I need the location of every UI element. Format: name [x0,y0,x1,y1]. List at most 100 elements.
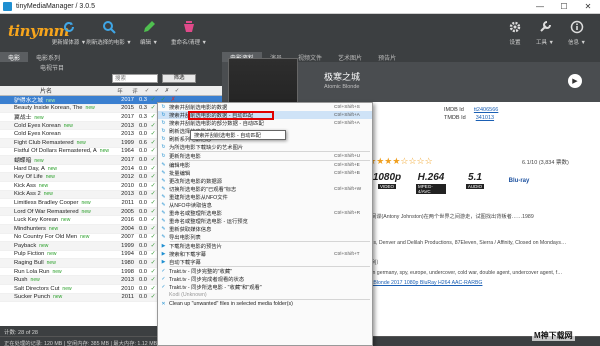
info-button[interactable]: 信息 ▼ [558,16,596,50]
movie-title-cell: Fistful Of Dollars Remastered, Anew [0,148,118,154]
rename-label: 重命名/清理 ▼ [170,40,207,46]
context-menu-item[interactable]: ✎ 批量编辑 Ctrl+Shift+B [158,169,372,177]
column-subtitles[interactable]: ✓ [172,88,182,94]
context-menu-item[interactable]: ✕ Clean up "unwanted" files in selected m… [158,300,372,308]
context-menu-item[interactable]: ▶ 自动下载字幕 [158,258,372,266]
menu-item-label: 为所选电影下载缺少的艺术图片 [169,145,244,151]
movie-rating-cell: 0.0 [138,131,147,138]
context-menu-item[interactable]: ✎ 编辑电影 Ctrl+Shift+E [158,161,372,169]
menu-item-icon: ✕ [161,301,166,307]
movie-title-text: Sucker Punch [14,294,51,301]
menu-item-shortcut: Ctrl+Shift+A [334,112,360,118]
context-menu-item[interactable]: ↻ 为所选电影下载缺少的艺术图片 [158,143,372,151]
search-row: 筛选 [0,72,222,86]
menu-item-icon: ✎ [161,218,166,224]
movie-rating-cell: 0.3 [138,113,147,120]
movie-rating-cell: 0.0 [138,285,147,292]
menu-item-icon: ▶ [161,259,166,265]
title-bar: tinyMediaManager / 3.0.5 — ☐ ✕ [0,0,600,14]
column-nfo[interactable]: ✓ [142,88,152,94]
movie-rating-cell: 0.0 [138,208,147,215]
movie-ids: IMDB Id tt2406566 TMDB Id 341013 [444,106,498,122]
tab-tv-shows[interactable]: 电视节目 [0,62,72,72]
search-input[interactable] [112,74,158,83]
new-badge: new [48,225,59,232]
movie-rating-cell: 0.0 [138,165,147,172]
column-title[interactable]: 片名 [0,86,112,95]
movie-title-cell: Cold Eyes Korean [0,131,118,137]
imdb-link[interactable]: tt2406566 [474,107,498,113]
menu-item-shortcut: Ctrl+Shift+U [334,153,361,159]
audio-value: 5.1 [468,172,482,183]
context-menu-item[interactable]: ✎ 重新获取媒体信息 [158,225,372,233]
movie-rating-cell: 0.0 [138,191,147,198]
context-menu-item[interactable]: ↻ 搜索并刮削选电影的数据 Ctrl+Shift+S [158,103,372,111]
gear-icon [506,18,524,36]
maximize-button[interactable]: ☐ [552,0,576,14]
new-badge: new [80,234,90,241]
movie-table-header: 片名 年 评 ✓ ✓ ✗ ✓ [0,86,222,96]
context-menu-item[interactable]: ✎ 重命名或整理所选电影 Ctrl+Shift+R [158,209,372,217]
context-menu-item[interactable]: ✓ Trakt.tv - 同步完成者观看的状态 [158,275,372,283]
menu-item-icon: ✎ [161,234,166,240]
movie-set: 极寒之城（系列） [340,258,595,268]
movie-title-cell: Pulp Fiction new [0,251,118,257]
play-icon[interactable]: ▶ [568,74,582,88]
context-menu-item[interactable]: ✎ 切换所选电影的"已观看"标志 Ctrl+Shift+W [158,185,372,193]
context-menu-item[interactable]: ✎ 重建所选电影从NFO文件 [158,193,372,201]
movie-rating-cell: 0.3 [138,105,147,112]
tmdb-link[interactable]: 341013 [476,115,494,121]
minimize-button[interactable]: — [528,0,552,14]
movie-title-cell: Beauty Inside Korean, The new [0,105,118,111]
column-rating[interactable]: 评 [128,87,142,95]
context-menu-item[interactable]: ✎ 更改所选电影的数据源 [158,177,372,185]
menu-item-icon: ✓ [161,268,166,274]
movie-title-cell: Run Lola Run new [0,269,118,275]
tab-trailer[interactable]: 预告片 [370,52,404,62]
menu-item-icon: ↻ [161,104,166,110]
codec-caption: MPEG-4/AVC [416,184,446,194]
column-images[interactable]: ✓ [152,88,162,94]
imdb-label: IMDB Id [444,107,464,113]
tab-artwork[interactable]: 艺术图片 [330,52,370,62]
resolution-caption: VIDEO [377,184,396,189]
column-year[interactable]: 年 [112,87,128,95]
movie-rating-cell: 0.0 [138,277,147,284]
media-flags: 1080p VIDEO H.264 MPEG-4/AVC 5.1 AUDIO Blu-… [372,172,534,198]
file-path-link[interactable]: E:\Film\AtomicBlonde 2017 1080p BluRay H… [340,278,595,288]
context-menu-item[interactable]: ✎ 从NFO中读取信息 [158,201,372,209]
menu-item-shortcut: Ctrl+Shift+B [334,170,360,176]
movie-rating-cell: 0.3 [138,96,147,103]
movie-title-text: Cold Eyes Korean [14,122,61,129]
tab-movie-sets[interactable]: 电影系列 [28,52,68,62]
menu-item-icon: ✎ [161,162,166,168]
context-menu-item[interactable]: ✓ Trakt.tv - 同步完整的"收藏" [158,267,372,275]
movie-year-cell: 2013 [121,191,134,198]
movie-rating-cell: 0.0 [138,260,147,267]
movie-year-cell: 2011 [121,294,134,301]
context-menu-item[interactable]: ▶ 搜索和下载字幕 Ctrl+Shift+T [158,250,372,258]
movie-title-cell: Mindhunters new [0,226,118,232]
rename-button[interactable]: 重命名/清理 ▼ [170,16,208,50]
menu-item-shortcut: Ctrl+Shift+S [334,104,360,110]
filter-button[interactable]: 筛选 [162,74,196,83]
menu-item-shortcut: Ctrl+Shift+R [334,210,361,216]
menu-item-icon: ✓ [161,284,166,290]
tab-movies[interactable]: 电影 [0,52,29,62]
context-menu-item[interactable]: ✎ 导出电影列表 [158,233,372,241]
new-badge: new [61,217,71,224]
context-menu-item[interactable]: ✎ 重命名或整理所选电影 - 运行预览 [158,217,372,225]
close-button[interactable]: ✕ [576,0,600,14]
context-menu-item[interactable]: ↻ 更新所选电影 Ctrl+Shift+U [158,152,372,160]
movie-year-cell: 1980 [121,260,134,267]
column-trailer[interactable]: ✗ [162,88,172,94]
context-menu-item[interactable]: ↻ 搜索并刮削选电影的部分数据 - 自动匹配 Ctrl+Shift+A [158,119,372,127]
edit-button[interactable]: 编辑 ▼ [130,16,168,50]
context-menu-item[interactable]: ▶ 下载所选电影的预告片 [158,242,372,250]
scrape-button[interactable]: 刷新选择的电影 ▼ [86,16,132,50]
resolution-value: 1080p [372,172,402,183]
menu-item-icon: ✎ [161,178,166,184]
new-badge: new [39,242,49,249]
update-sources-button[interactable]: 更新媒体源 ▼ [50,16,88,50]
context-menu-item[interactable]: ✓ Trakt.tv - 同步所选电影 - "收藏"和"观看" [158,283,372,291]
